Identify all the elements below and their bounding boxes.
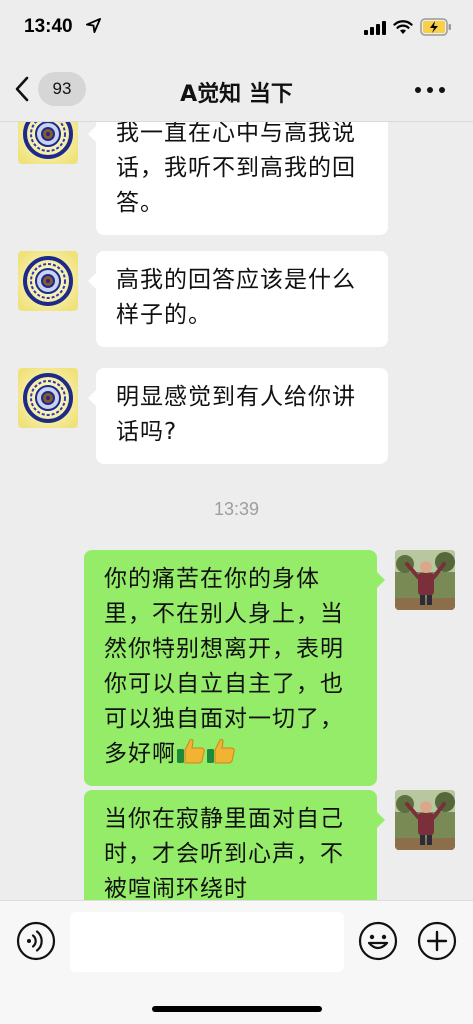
plus-circle-icon[interactable] — [417, 921, 457, 961]
mandala-avatar — [18, 368, 78, 428]
thumbs-up-emoji — [177, 738, 205, 764]
battery-charging-icon — [420, 18, 451, 36]
message-text: 明显感觉到有人给你讲话吗? — [116, 384, 356, 445]
message-bubble-outgoing[interactable]: 你的痛苦在你的身体里，不在别人身上，当然你特别想离开，表明你可以自立自主了，也可… — [84, 550, 385, 786]
emoji-face-icon[interactable] — [358, 921, 398, 961]
message-bubble-incoming[interactable]: 高我的回答应该是什么样子的。 — [88, 251, 388, 347]
message-text: 高我的回答应该是什么样子的。 — [116, 267, 356, 328]
message-text: 当你在寂静里面对自己时，才会听到心声，不被喧闹环绕时 — [104, 806, 344, 900]
message-bubble-outgoing[interactable]: 当你在寂静里面对自己时，才会听到心声，不被喧闹环绕时 — [84, 790, 385, 900]
input-bar — [0, 900, 473, 1024]
chat-title: A觉知 当下 — [180, 82, 293, 107]
contact-avatar[interactable] — [18, 251, 78, 311]
message-bubble-incoming[interactable]: 明显感觉到有人给你讲话吗? — [88, 368, 388, 464]
message-bubble-incoming[interactable]: 我一直在心中与高我说话，我听不到高我的回答。 — [88, 122, 388, 235]
chat-header: 93 A觉知 当下 — [0, 58, 473, 122]
my-avatar[interactable] — [395, 790, 455, 850]
more-dots-icon[interactable] — [414, 84, 446, 96]
location-arrow-icon — [86, 18, 101, 33]
message-timestamp: 13:39 — [213, 499, 260, 519]
message-text: 我一直在心中与高我说话，我听不到高我的回答。 — [116, 122, 356, 216]
man-outdoor-avatar — [395, 790, 455, 850]
man-outdoor-avatar — [395, 550, 455, 610]
my-avatar[interactable] — [395, 550, 455, 610]
status-bar: 13:40 — [0, 0, 473, 58]
home-indicator — [152, 1006, 322, 1012]
thumbs-up-emoji — [207, 738, 235, 764]
voice-icon[interactable] — [16, 921, 56, 961]
mandala-avatar — [18, 122, 78, 164]
message-list[interactable]: 我一直在心中与高我说话，我听不到高我的回答。 高我的回答应该是什么样子的。 明显… — [0, 122, 473, 900]
cellular-signal-icon — [364, 21, 386, 35]
wifi-icon — [393, 20, 413, 34]
status-time: 13:40 — [24, 16, 73, 37]
mandala-avatar — [18, 251, 78, 311]
contact-avatar[interactable] — [18, 122, 78, 164]
message-input[interactable] — [70, 912, 344, 972]
contact-avatar[interactable] — [18, 368, 78, 428]
